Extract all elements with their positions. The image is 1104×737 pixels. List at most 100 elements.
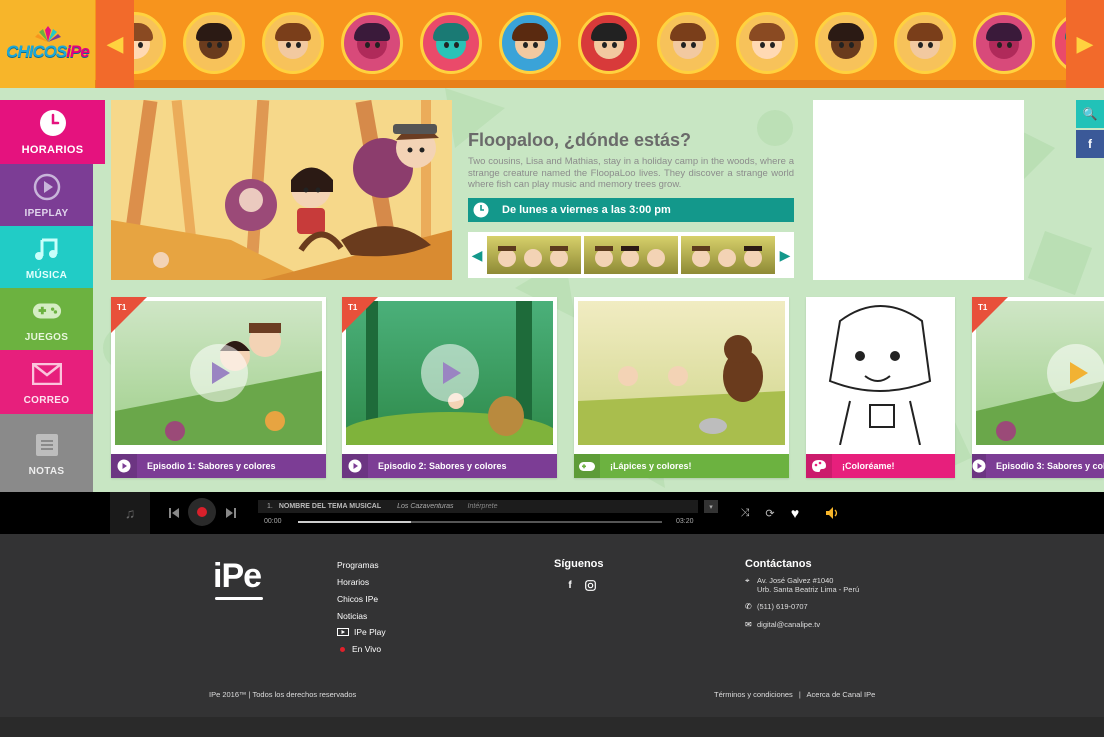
sidebar-item-correo[interactable]: CORREO [0, 350, 93, 414]
record-play-button[interactable] [188, 498, 216, 526]
blue-monster-character[interactable] [420, 12, 482, 74]
episode-thumbnail[interactable] [584, 236, 678, 274]
character-hair [986, 22, 1022, 41]
card-caption-bar: Episodio 1: Sabores y colores [111, 454, 326, 478]
contact-phone: ✆ (511) 619-0707 [745, 602, 808, 611]
boy-hat-character[interactable] [262, 12, 324, 74]
progress-bar[interactable] [298, 521, 662, 523]
mail-icon: ✉ [745, 620, 752, 629]
episode-card[interactable]: T1 Episodio 2: Sabores y colores [342, 297, 557, 478]
footer-link-programas[interactable]: Programas [337, 560, 379, 570]
character-strip [134, 0, 1066, 80]
repeat-button[interactable]: ⟳ [762, 492, 778, 534]
featured-show-image[interactable] [111, 100, 452, 280]
character-hair [134, 22, 153, 41]
boy-hat-character-2[interactable] [815, 12, 877, 74]
thumb-prev-button[interactable]: ◀ [468, 232, 486, 278]
terms-link[interactable]: Términos y condiciones [714, 690, 793, 699]
character-hair [670, 22, 706, 41]
about-link[interactable]: Acerca de Canal IPe [807, 690, 876, 699]
shuffle-button[interactable]: ⤨ [736, 492, 754, 534]
episode-thumbnail[interactable] [681, 236, 775, 274]
copyright-text: IPe 2016™ | Todos los derechos reservado… [209, 690, 357, 699]
boy-green-character-2[interactable] [1052, 12, 1066, 74]
play-button[interactable] [189, 344, 248, 402]
music-player: ♫ 1. NOMBRE DEL TEMA MUSICAL Los Cazaven… [0, 492, 1104, 534]
left-sidebar: HORARIOS IPEPLAY MÚSICA JUEGOS CORREO NO… [0, 100, 105, 492]
record-icon [197, 507, 207, 517]
red-bird-character-2[interactable] [894, 12, 956, 74]
ad-banner-placeholder [813, 100, 1024, 280]
search-button[interactable]: 🔍 [1076, 100, 1104, 128]
location-pin-icon: ⌖ [745, 576, 750, 585]
lisa-character[interactable] [134, 12, 166, 74]
carousel-prev-button[interactable]: ◀ [96, 0, 134, 88]
carousel-next-button[interactable]: ▶ [1066, 0, 1104, 88]
girl-character-2[interactable] [736, 12, 798, 74]
legal-links: Términos y condiciones | Acerca de Canal… [714, 690, 875, 699]
volume-button[interactable] [824, 492, 842, 534]
character-hair [275, 22, 311, 41]
progress-fill [298, 521, 411, 523]
left-arrow-icon: ◀ [471, 246, 483, 263]
thumb-next-button[interactable]: ▶ [776, 232, 794, 278]
featured-show-description: Two cousins, Lisa and Mathias, stay in a… [468, 156, 794, 190]
footer-link-en-vivo[interactable]: En Vivo [337, 644, 381, 654]
boy-green-character[interactable] [499, 12, 561, 74]
card-image [578, 301, 785, 445]
track-info-bar: 1. NOMBRE DEL TEMA MUSICAL Los Cazaventu… [258, 500, 698, 513]
sidebar-item-horarios[interactable]: HORARIOS [0, 100, 105, 164]
mathias-character[interactable] [657, 12, 719, 74]
facebook-link[interactable]: f [563, 578, 577, 592]
repeat-icon: ⟳ [765, 507, 775, 520]
play-button[interactable] [420, 344, 479, 402]
contact-email[interactable]: ✉ digital@canalipe.tv [745, 620, 820, 629]
character-hair [749, 22, 785, 41]
red-bird-character[interactable] [341, 12, 403, 74]
character-hair [512, 22, 548, 41]
clown-character[interactable] [578, 12, 640, 74]
episode-thumbnail[interactable] [487, 236, 581, 274]
play-button[interactable] [1047, 344, 1104, 402]
favorite-button[interactable]: ♥ [786, 492, 804, 534]
girl-character[interactable] [183, 12, 245, 74]
sidebar-item-ipeplay[interactable]: IPEPLAY [0, 164, 93, 226]
blue-monster-character-2[interactable] [973, 12, 1035, 74]
track-performer: Intérprete [467, 503, 498, 510]
previous-track-button[interactable] [165, 492, 183, 534]
card-title: Episodio 2: Sabores y colores [378, 461, 507, 471]
skip-forward-icon [226, 508, 236, 518]
sidebar-item-juegos[interactable]: JUEGOS [0, 288, 93, 350]
playlist-toggle-button[interactable]: ▾ [704, 500, 718, 513]
play-icon [32, 172, 62, 202]
facebook-icon: f [568, 579, 572, 591]
card-caption-bar: ¡Coloréame! [806, 454, 955, 478]
game-card[interactable]: ¡Lápices y colores! [574, 297, 789, 478]
clock-icon [38, 108, 68, 138]
facebook-button[interactable]: f [1076, 130, 1104, 158]
chevron-down-icon: ▾ [709, 503, 713, 511]
coloring-card[interactable]: ¡Coloréame! [806, 297, 955, 478]
next-track-button[interactable] [222, 492, 240, 534]
footer-link-noticias[interactable]: Noticias [337, 611, 367, 621]
episode-card[interactable]: T1 Episodio 3: Sabores y colores [972, 297, 1104, 478]
logo-text: CHICOSiPe [6, 42, 90, 61]
sidebar-item-notas[interactable]: NOTAS [0, 414, 93, 492]
character-carousel-bar: CHICOSiPe ◀ ▶ [0, 0, 1104, 88]
episode-card[interactable]: T1 Episodio 1: Sabores y colores [111, 297, 326, 478]
instagram-link[interactable] [583, 578, 597, 592]
chicos-ipe-logo[interactable]: CHICOSiPe [0, 0, 95, 88]
ipe-footer-logo[interactable]: iPe [213, 557, 263, 600]
footer-link-chicos-ipe[interactable]: Chicos IPe [337, 594, 378, 604]
footer-bottom-strip [0, 717, 1104, 737]
carousel-band [0, 80, 1104, 88]
sidebar-item-label: NOTAS [28, 465, 65, 477]
contact-heading: Contáctanos [745, 558, 812, 570]
footer-link-ipe-play[interactable]: IPe Play [337, 627, 386, 637]
speaker-icon [826, 507, 838, 519]
footer-link-horarios[interactable]: Horarios [337, 577, 369, 587]
card-image [810, 301, 951, 445]
character-hair [828, 22, 864, 41]
clock-icon [468, 198, 494, 222]
sidebar-item-musica[interactable]: MÚSICA [0, 226, 93, 288]
